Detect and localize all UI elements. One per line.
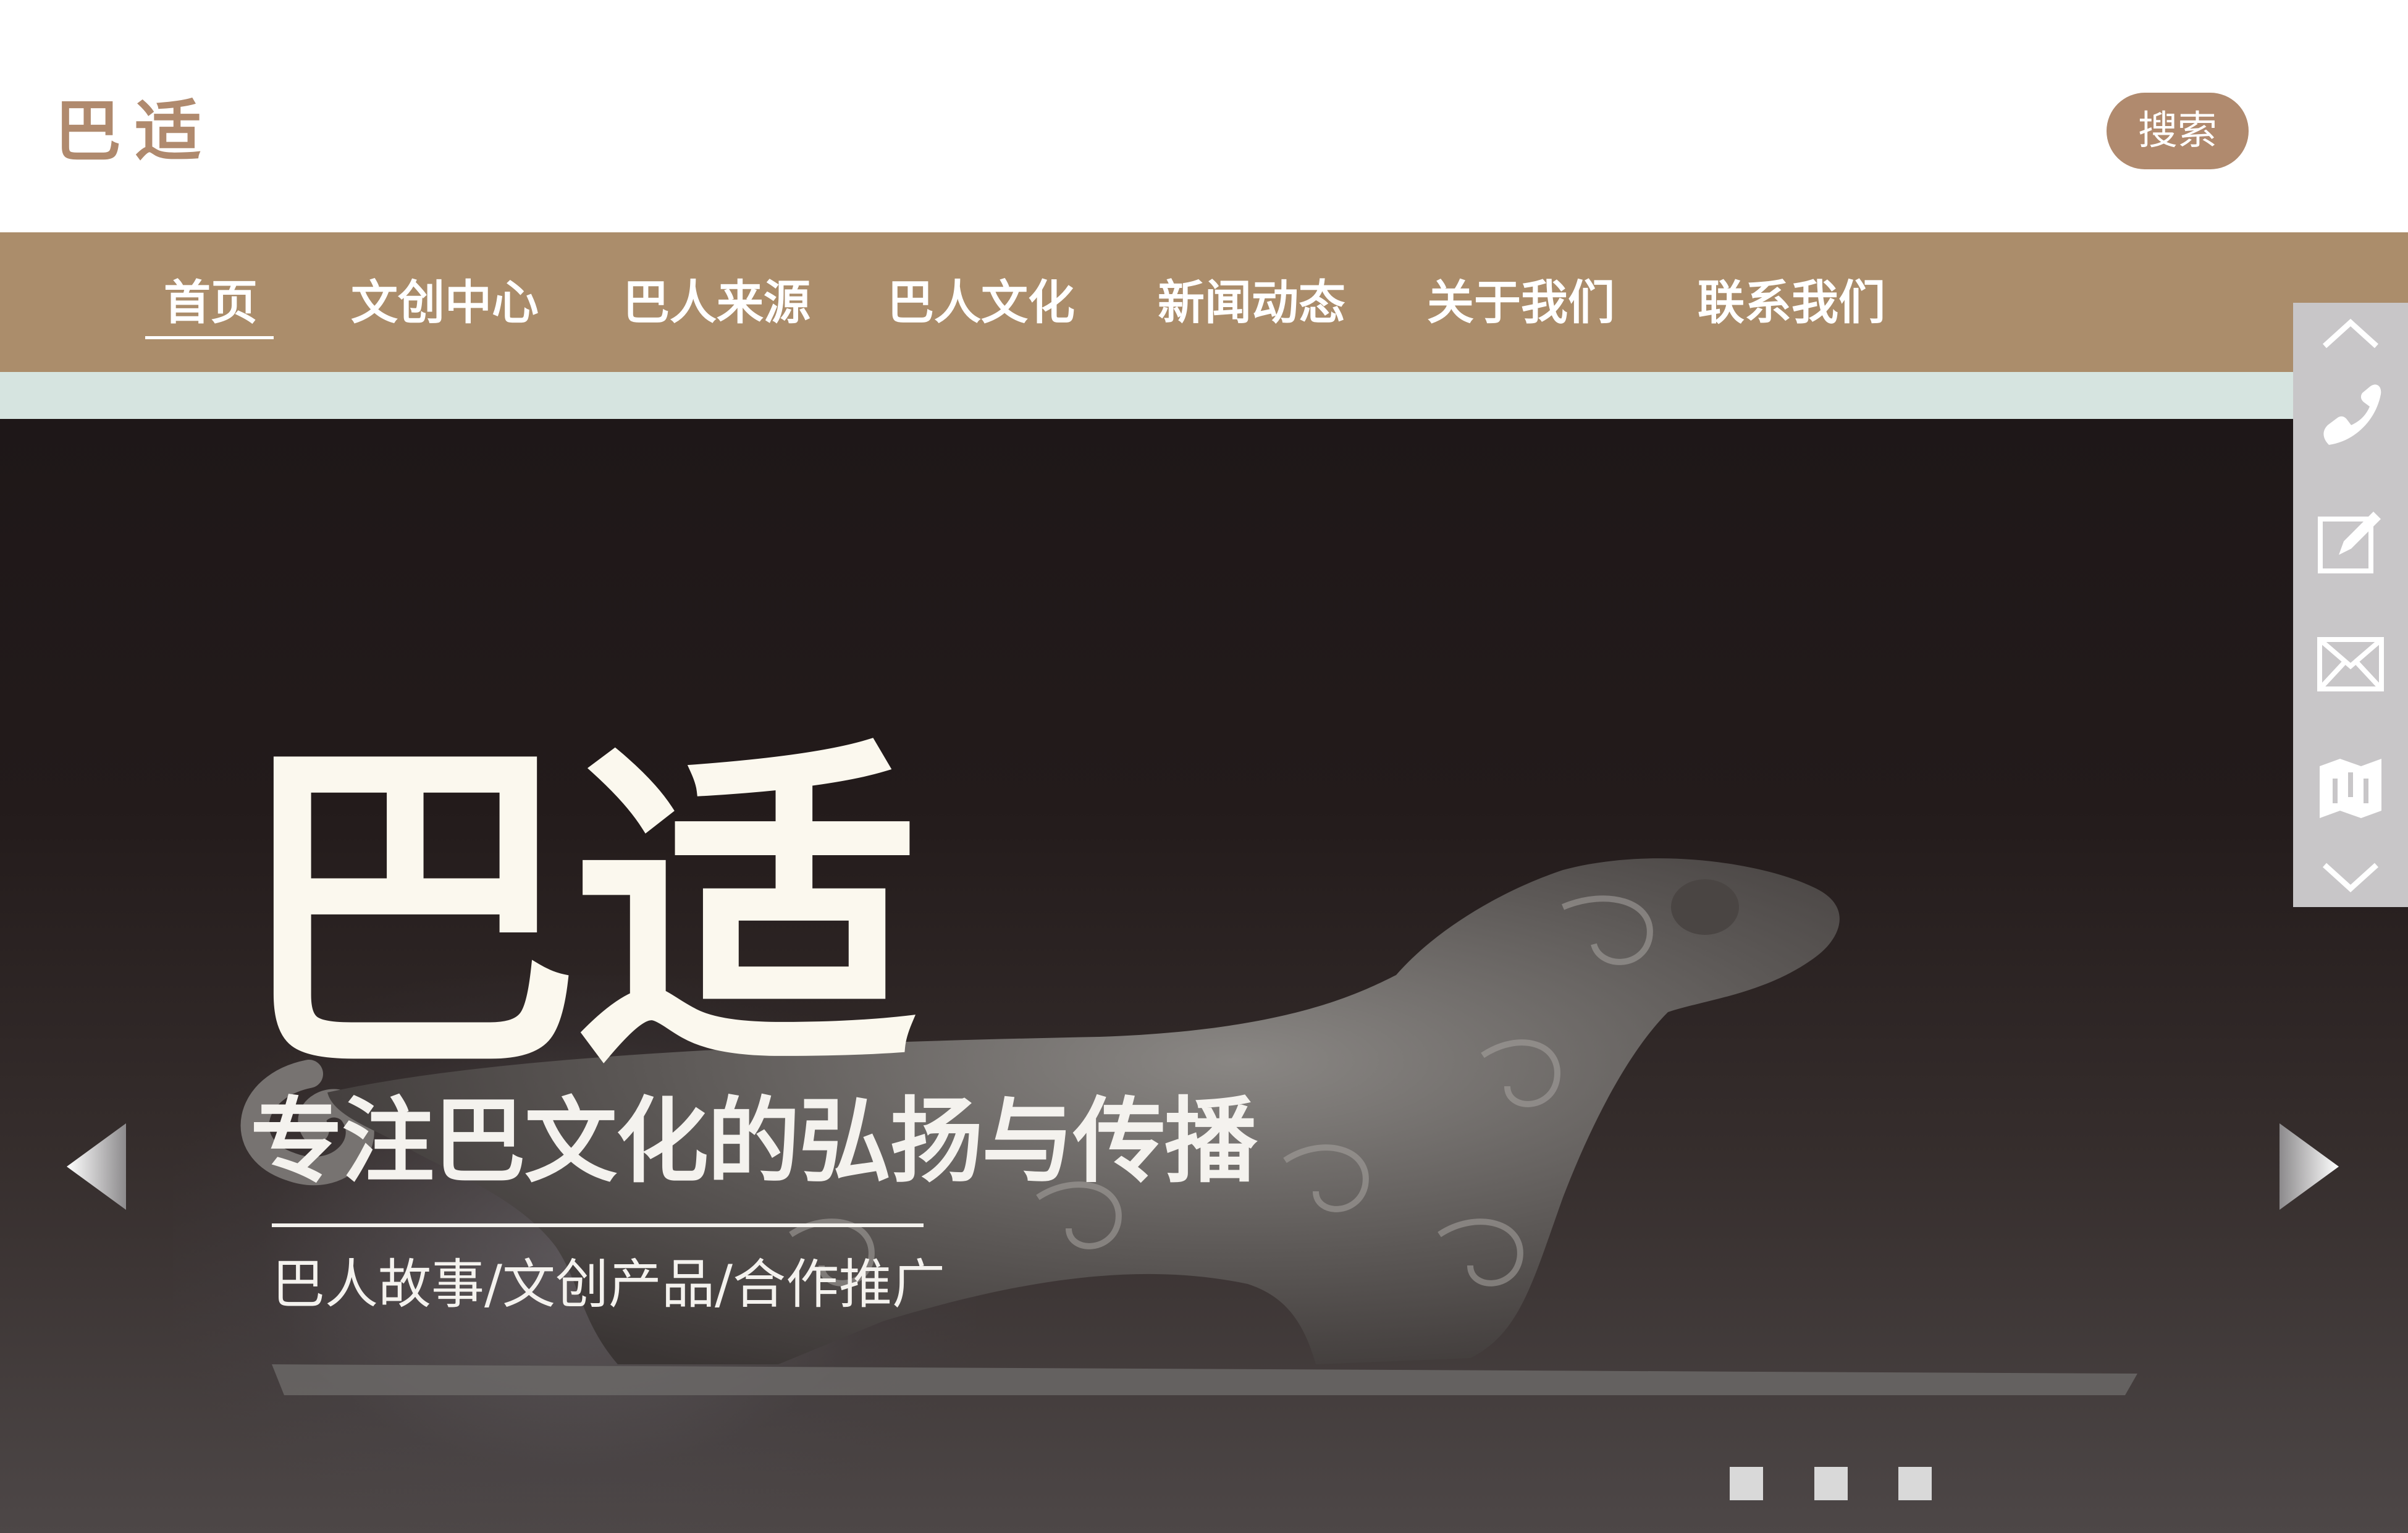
nav-item-ba-culture[interactable]: 巴人文化 xyxy=(887,272,1075,334)
main-nav: 首页 文创中心 巴人来源 巴人文化 新闻动态 关于我们 联系我们 xyxy=(0,232,2408,372)
map-icon[interactable] xyxy=(2293,754,2408,822)
nav-item-about[interactable]: 关于我们 xyxy=(1427,272,1615,334)
carousel-prev-arrow-icon[interactable] xyxy=(67,1123,126,1210)
hero-banner: 巴适 专注巴文化的弘扬与传播 巴人故事/文创产品/合作推广 xyxy=(0,419,2408,1533)
hero-subtitle: 专注巴文化的弘扬与传播 xyxy=(250,1088,1257,1196)
phone-icon[interactable] xyxy=(2293,383,2408,451)
chevron-down-icon[interactable] xyxy=(2293,859,2408,896)
hero-divider xyxy=(272,1223,924,1227)
nav-active-underline xyxy=(145,336,274,339)
carousel-next-arrow-icon[interactable] xyxy=(2280,1123,2339,1210)
nav-item-creative-center[interactable]: 文创中心 xyxy=(351,272,539,334)
nav-item-ba-origin[interactable]: 巴人来源 xyxy=(623,272,810,334)
edit-icon[interactable] xyxy=(2293,507,2408,575)
slide-indicator-1[interactable] xyxy=(1730,1467,1763,1500)
nav-item-contact[interactable]: 联系我们 xyxy=(1698,272,1885,334)
side-toolbar xyxy=(2293,303,2408,907)
chevron-up-icon[interactable] xyxy=(2293,315,2408,352)
page: 巴适 搜索 首页 文创中心 巴人来源 巴人文化 新闻动态 关于我们 联系我们 巴… xyxy=(0,0,2408,1533)
nav-item-news[interactable]: 新闻动态 xyxy=(1158,272,1345,334)
slide-indicator-2[interactable] xyxy=(1814,1467,1848,1500)
search-button[interactable]: 搜索 xyxy=(2107,93,2249,169)
site-header: 巴适 搜索 xyxy=(0,0,2408,232)
hero-title: 巴适 xyxy=(235,712,920,1115)
slide-indicator-3[interactable] xyxy=(1898,1467,1932,1500)
nav-item-home[interactable]: 首页 xyxy=(164,272,258,334)
mail-icon[interactable] xyxy=(2293,636,2408,692)
nav-accent-strip xyxy=(0,372,2408,419)
hero-tagline: 巴人故事/文创产品/合作推广 xyxy=(272,1254,945,1316)
site-logo[interactable]: 巴适 xyxy=(54,99,215,166)
